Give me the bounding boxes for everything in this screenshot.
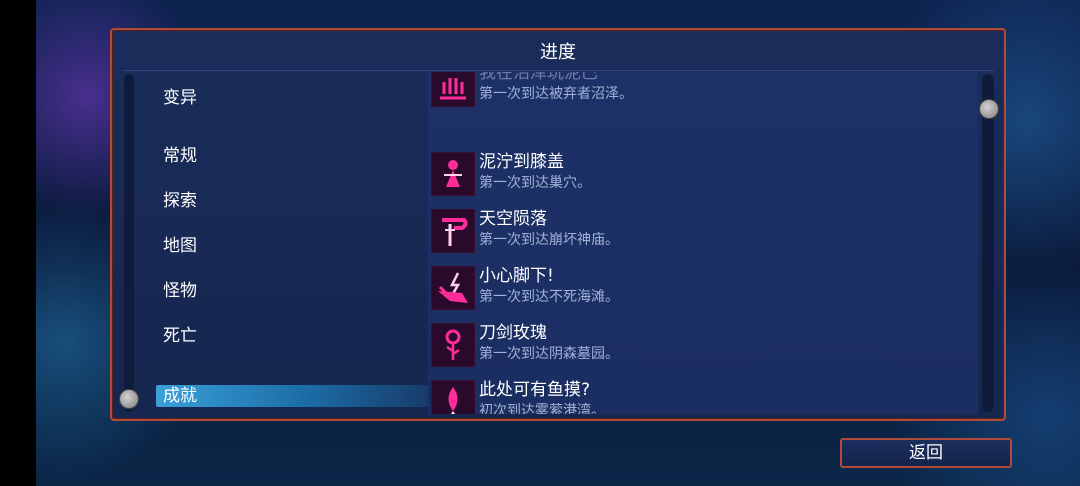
achievement-item[interactable]: 刀剑玫瑰 第一次到达阴森墓园。 [431, 320, 971, 368]
category-monsters[interactable]: 怪物 [163, 277, 197, 305]
category-general[interactable]: 常规 [163, 142, 197, 170]
achievement-name: 刀剑玫瑰 [479, 323, 547, 343]
category-exploration[interactable]: 探索 [163, 187, 197, 215]
achievement-item[interactable]: 我在沼泽玩泥巴 第一次到达被弃者沼泽。 [431, 72, 971, 108]
category-scrollbar[interactable] [124, 74, 134, 412]
achievement-description: 第一次到达不死海滩。 [479, 289, 619, 305]
letterbox-bar [0, 0, 36, 486]
lightning-icon [431, 266, 475, 310]
achievement-list: 我在沼泽玩泥巴 第一次到达被弃者沼泽。 泥泞到膝盖 第一次到达巢穴。 天空陨落 … [428, 72, 978, 414]
girl-icon [431, 152, 475, 196]
achievement-item[interactable]: 小心脚下! 第一次到达不死海滩。 [431, 263, 971, 311]
achievement-scroll-knob[interactable] [979, 99, 999, 119]
progress-dialog: 进度 变异 常规 探索 地图 怪物 死亡 成就 我在沼泽玩泥巴 第一次到达被弃者… [110, 28, 1006, 421]
achievement-description: 第一次到达被弃者沼泽。 [479, 86, 633, 102]
achievement-description: 第一次到达阴森墓园。 [479, 346, 619, 362]
achievement-item[interactable]: 此处可有鱼摸? 初次到达雾萦港湾。 [431, 377, 971, 414]
title-divider [122, 70, 994, 71]
swamp-icon [431, 72, 475, 107]
category-deaths[interactable]: 死亡 [163, 322, 197, 350]
achievement-name: 泥泞到膝盖 [479, 152, 564, 172]
rose-icon [431, 323, 475, 367]
achievement-description: 第一次到达崩坏神庙。 [479, 232, 619, 248]
achievement-description: 初次到达雾萦港湾。 [479, 403, 605, 414]
achievement-description: 第一次到达巢穴。 [479, 175, 591, 191]
sword-icon [431, 209, 475, 253]
achievement-item[interactable]: 天空陨落 第一次到达崩坏神庙。 [431, 206, 971, 254]
achievement-name: 天空陨落 [479, 209, 547, 229]
back-button[interactable]: 返回 [840, 438, 1012, 468]
category-map[interactable]: 地图 [163, 232, 197, 260]
category-scroll-knob[interactable] [119, 389, 139, 409]
achievement-name: 此处可有鱼摸? [479, 380, 591, 400]
achievement-item[interactable]: 泥泞到膝盖 第一次到达巢穴。 [431, 149, 971, 197]
dialog-title: 进度 [540, 42, 576, 63]
achievement-name: 小心脚下! [479, 266, 554, 286]
achievement-name: 我在沼泽玩泥巴 [479, 72, 598, 83]
achievement-scrollbar[interactable] [982, 74, 994, 412]
category-mutations[interactable]: 变异 [163, 84, 197, 112]
fish-icon [431, 380, 475, 414]
